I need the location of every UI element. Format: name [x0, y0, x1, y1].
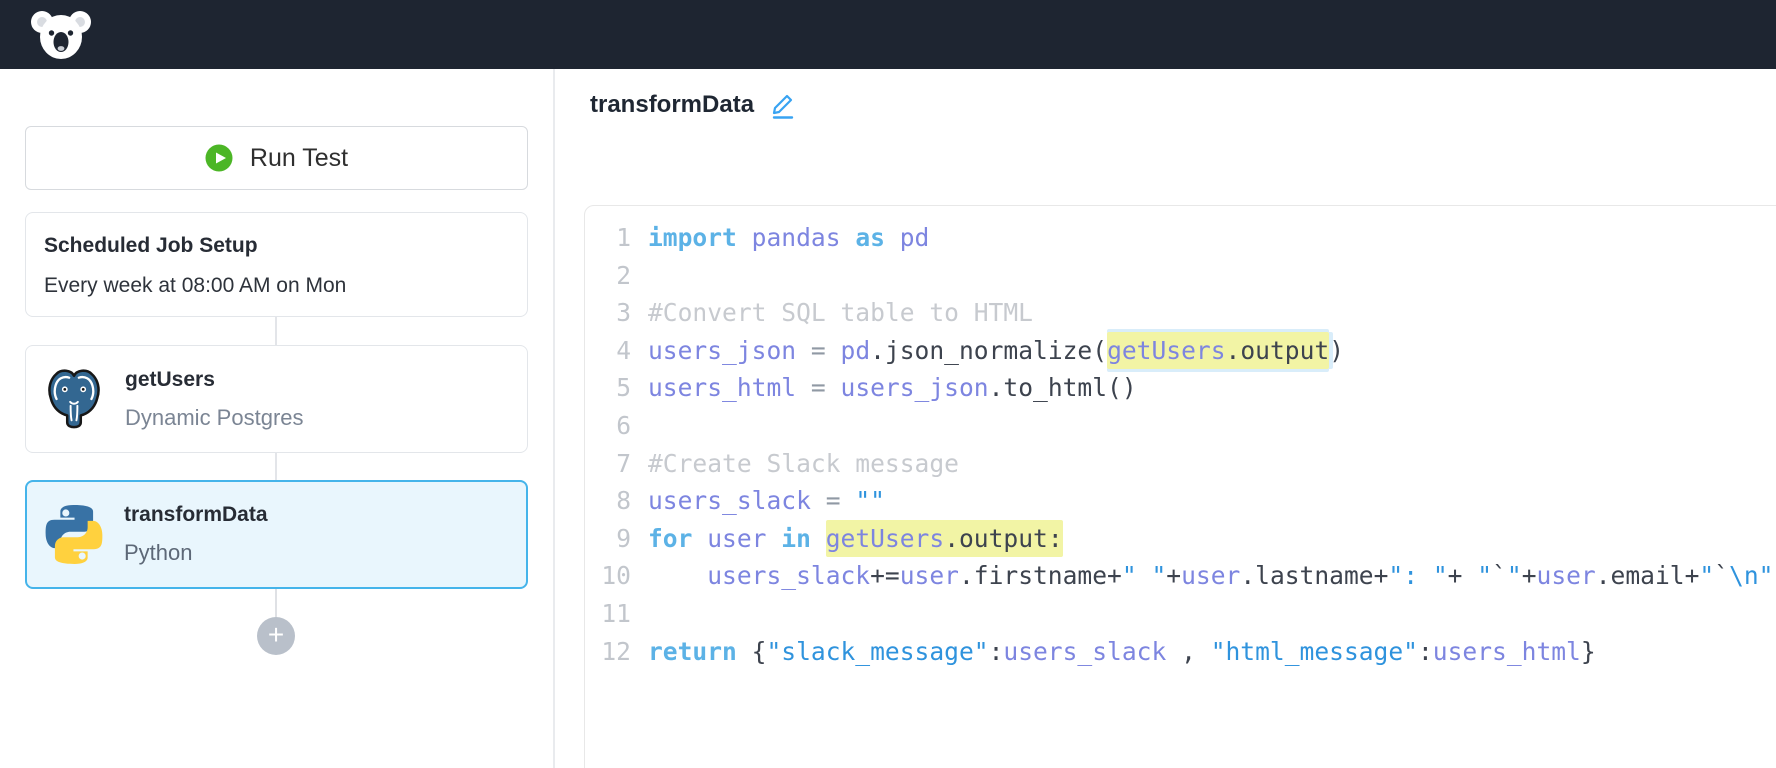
code-editor[interactable]: 1 import pandas as pd 2 3 #Convert SQL table… [584, 205, 1776, 768]
scheduled-job-frequency: Every week at 08:00 AM on Mon [44, 274, 347, 297]
code-line-content: users_html = users_json.to_html() [648, 373, 1137, 403]
koala-logo-icon[interactable] [30, 7, 92, 63]
step-connector [275, 453, 277, 480]
workflow-sidebar: Run Test Scheduled Job Setup Every week … [0, 69, 555, 768]
line-number: 8 [616, 486, 631, 516]
line-number: 7 [616, 448, 631, 478]
line-number: 3 [616, 298, 631, 328]
code-line-content: users_json = pd.json_normalize(getUsers.… [648, 331, 1344, 369]
step-subtitle: Python [124, 540, 193, 565]
line-number: 11 [601, 598, 631, 628]
line-number: 6 [616, 410, 631, 440]
step-subtitle: Dynamic Postgres [125, 404, 304, 430]
line-number: 12 [601, 636, 631, 666]
plus-icon: + [267, 619, 285, 650]
step-title: getUsers [125, 367, 215, 391]
code-lines-container: 1 import pandas as pd 2 3 #Convert SQL table… [585, 219, 1776, 670]
line-number: 10 [601, 561, 631, 591]
line-number: 9 [616, 523, 631, 553]
python-icon [44, 503, 104, 566]
page-title: transformData [590, 91, 755, 118]
run-test-label: Run Test [249, 143, 349, 172]
code-line[interactable]: 9 for user in getUsers.output: [585, 519, 1776, 558]
top-navbar [0, 0, 1776, 69]
step-connector [275, 317, 277, 345]
play-icon [205, 144, 233, 172]
code-line-content: import pandas as pd [648, 223, 930, 252]
highlighted-reference: getUsers.output: [825, 519, 1063, 557]
code-line[interactable]: 7 #Create Slack message [585, 445, 1776, 483]
scheduled-job-title: Scheduled Job Setup [44, 234, 258, 257]
code-line-content: return {"slack_message":users_slack , "h… [648, 636, 1596, 666]
run-test-button[interactable]: Run Test [25, 126, 528, 190]
line-number: 4 [616, 335, 631, 365]
code-line[interactable]: 2 [585, 257, 1776, 295]
add-step-button[interactable]: + [257, 617, 295, 655]
code-line[interactable]: 8 users_slack = "" [585, 482, 1776, 520]
code-line[interactable]: 5 users_html = users_json.to_html() [585, 369, 1776, 407]
code-line-content: #Convert SQL table to HTML [648, 298, 1033, 328]
step-title: transformData [124, 503, 268, 526]
step-card-transformdata[interactable]: transformData Python [25, 480, 528, 589]
postgresql-icon [43, 367, 105, 431]
highlighted-reference: getUsers.output [1107, 331, 1330, 369]
code-line-content: for user in getUsers.output: [648, 519, 1063, 557]
code-line-content: users_slack+=user.firstname+" "+user.las… [707, 561, 1774, 591]
line-number: 5 [616, 373, 631, 403]
code-line[interactable]: 12 return {"slack_message":users_slack , … [585, 633, 1776, 671]
line-number: 2 [616, 260, 631, 290]
code-line[interactable]: 1 import pandas as pd [585, 219, 1776, 257]
code-line[interactable]: 4 users_json = pd.json_normalize(getUsers… [585, 331, 1776, 370]
code-line-content: #Create Slack message [648, 448, 959, 478]
code-line[interactable]: 10 users_slack+=user.firstname+" "+user.… [585, 557, 1776, 595]
scheduled-job-card[interactable]: Scheduled Job Setup Every week at 08:00 … [25, 212, 528, 317]
code-line[interactable]: 11 [585, 595, 1776, 633]
pencil-edit-icon[interactable] [770, 90, 796, 120]
code-line[interactable]: 6 [585, 407, 1776, 445]
line-number: 1 [616, 223, 631, 252]
code-line-content: users_slack = "" [648, 486, 885, 516]
code-line[interactable]: 3 #Convert SQL table to HTML [585, 294, 1776, 332]
main-panel: transformData 1 import pandas as pd 2 3 #Con… [555, 69, 1776, 768]
step-connector [275, 589, 277, 617]
step-card-getusers[interactable]: getUsers Dynamic Postgres [25, 345, 528, 453]
